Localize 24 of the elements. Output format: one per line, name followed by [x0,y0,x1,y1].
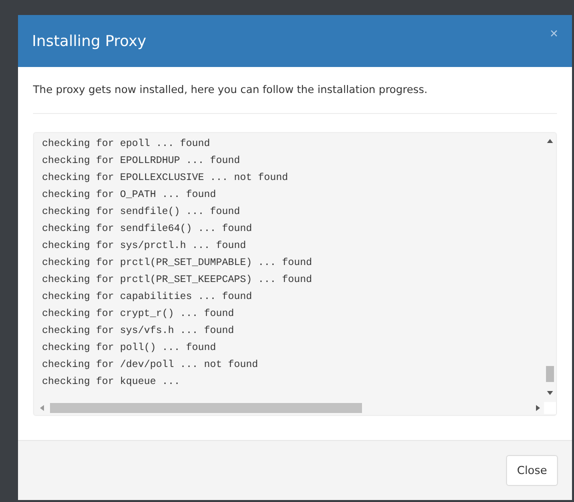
intro-text: The proxy gets now installed, here you can follow the installation progress. [33,83,428,98]
log-line: checking for prctl(PR_SET_KEEPCAPS) ... found [42,274,314,288]
log-line: checking for crypt_r() ... found [42,308,236,322]
log-line: checking for sendfile() ... found [42,206,242,220]
scroll-left-arrow-icon[interactable] [38,404,46,412]
log-line: checking for kqueue ... [42,376,182,390]
vertical-scrollbar-thumb[interactable] [546,366,554,382]
close-button[interactable]: Close [506,455,558,486]
horizontal-scrollbar-thumb[interactable] [50,403,362,413]
scroll-down-arrow-icon[interactable] [546,389,554,397]
log-line: checking for sys/vfs.h ... found [42,324,236,339]
log-line: checking for EPOLLEXCLUSIVE ... not found [42,172,290,186]
log-line: checking for sys/prctl.h ... found [42,240,248,254]
dialog-title: Installing Proxy [32,32,146,50]
log-line: checking for epoll ... found [42,138,212,152]
log-line: checking for capabilities ... found [42,290,254,305]
scroll-up-arrow-icon[interactable] [546,137,554,145]
log-line: checking for EPOLLRDHUP ... found [42,154,242,169]
log-line: checking for /dev/poll ... not found [42,358,260,373]
log-line: checking for poll() ... found [42,342,218,356]
log-line: checking for prctl(PR_SET_DUMPABLE) ... found [42,256,314,271]
log-line: checking for O_PATH ... found [42,188,218,203]
scroll-right-arrow-icon[interactable] [534,404,542,412]
log-line: checking for sendfile64() ... found [42,222,254,237]
